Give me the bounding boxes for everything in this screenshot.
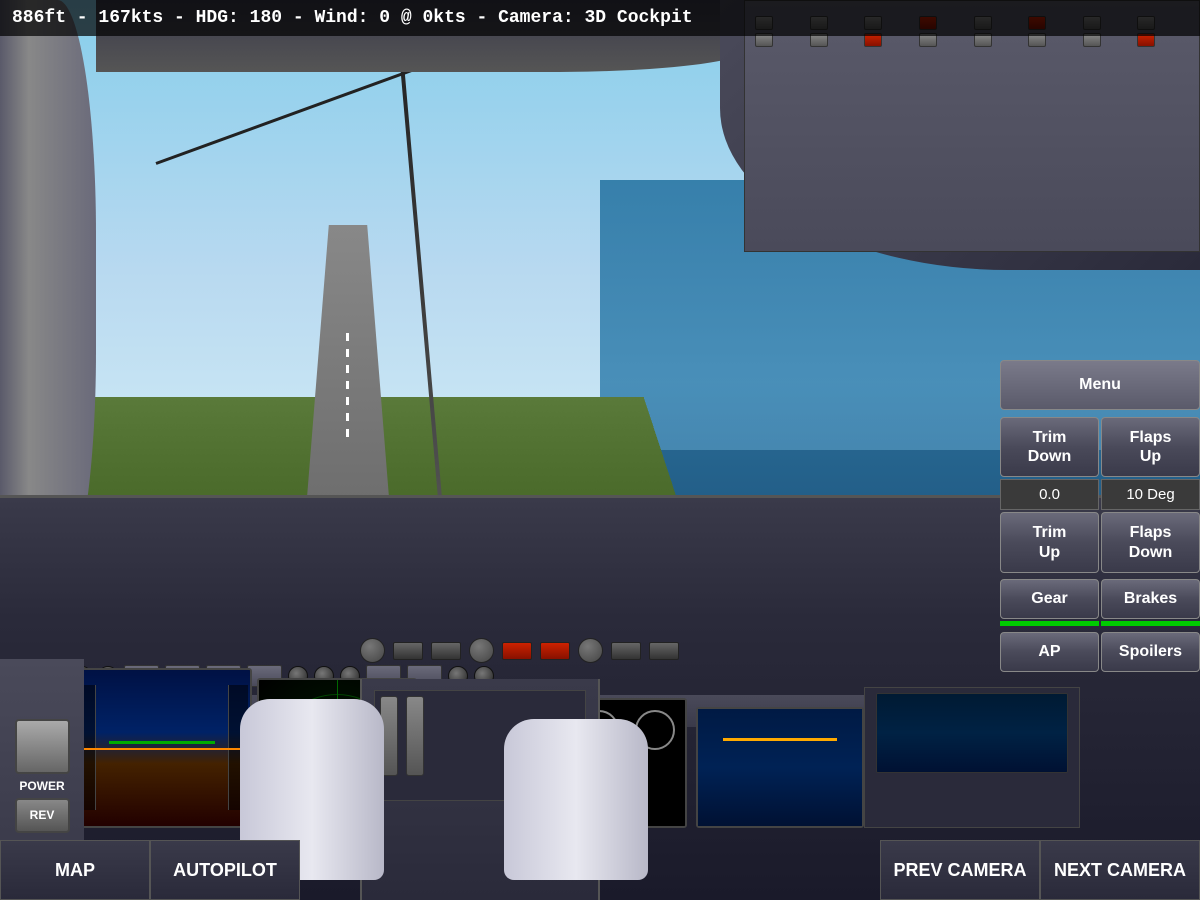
flaps-up-button[interactable]: Flaps Up bbox=[1101, 417, 1200, 477]
runway-markings bbox=[346, 333, 349, 441]
panel-button-small[interactable] bbox=[393, 642, 423, 660]
hsi-course-bar bbox=[723, 738, 838, 741]
gear-indicator bbox=[1000, 621, 1099, 626]
panel-button-red[interactable] bbox=[502, 642, 532, 660]
gear-label: Gear bbox=[1031, 590, 1067, 608]
flaps-value-display: 10 Deg bbox=[1101, 479, 1200, 510]
trim-value-display: 0.0 bbox=[1000, 479, 1099, 510]
nav-large-display bbox=[696, 707, 864, 828]
menu-button[interactable]: Menu bbox=[1000, 360, 1200, 410]
panel-knob[interactable] bbox=[578, 638, 603, 663]
ap-button[interactable]: AP bbox=[1000, 632, 1099, 672]
panel-knob[interactable] bbox=[360, 638, 385, 663]
gear-button[interactable]: Gear bbox=[1000, 579, 1099, 619]
spoilers-button[interactable]: Spoilers bbox=[1101, 632, 1200, 672]
next-camera-label: NEXT CAMERA bbox=[1054, 860, 1186, 881]
pfd-flight-director bbox=[109, 741, 215, 744]
hud-overlay: 886ft - 167kts - HDG: 180 - Wind: 0 @ 0k… bbox=[0, 0, 1200, 36]
menu-label: Menu bbox=[1079, 376, 1121, 394]
pfd-display bbox=[72, 668, 252, 828]
prev-camera-label: PREV CAMERA bbox=[893, 860, 1026, 881]
pfd-horizon bbox=[74, 748, 250, 750]
panel-button-small[interactable] bbox=[431, 642, 461, 660]
trim-flaps-row-1: Trim Down Flaps Up bbox=[1000, 417, 1200, 477]
trim-flaps-values-row: 0.0 10 Deg bbox=[1000, 479, 1200, 510]
rev-button[interactable]: REV bbox=[15, 798, 70, 833]
hud-status-text: 886ft - 167kts - HDG: 180 - Wind: 0 @ 0k… bbox=[12, 8, 693, 28]
brakes-indicator bbox=[1101, 621, 1200, 626]
rev-label: REV bbox=[30, 808, 55, 822]
autopilot-button[interactable]: AUTOPILOT bbox=[150, 840, 300, 900]
right-control-panel: Menu Trim Down Flaps Up 0.0 10 Deg Trim … bbox=[1000, 360, 1200, 672]
flaps-down-button[interactable]: Flaps Down bbox=[1101, 512, 1200, 572]
gear-button-container: Gear bbox=[1000, 579, 1099, 626]
power-button[interactable] bbox=[15, 719, 70, 774]
trim-down-button[interactable]: Trim Down bbox=[1000, 417, 1099, 477]
spoilers-label: Spoilers bbox=[1119, 643, 1182, 661]
map-button[interactable]: MAP bbox=[0, 840, 150, 900]
autopilot-label: AUTOPILOT bbox=[173, 860, 277, 881]
bottom-button-bar: MAP AUTOPILOT PREV CAMERA NEXT CAMERA bbox=[0, 840, 1200, 900]
throttle-lever-2[interactable] bbox=[406, 696, 424, 776]
trim-up-label: Trim Up bbox=[1033, 523, 1067, 561]
flaps-value: 10 Deg bbox=[1126, 486, 1174, 503]
panel-texture-row bbox=[360, 635, 840, 667]
ceiling-panel bbox=[744, 0, 1200, 252]
brakes-button[interactable]: Brakes bbox=[1101, 579, 1200, 619]
nav-large-inner bbox=[698, 709, 862, 826]
power-label: POWER bbox=[19, 779, 64, 793]
panel-button-red[interactable] bbox=[540, 642, 570, 660]
brakes-button-container: Brakes bbox=[1101, 579, 1200, 626]
trim-value: 0.0 bbox=[1039, 486, 1060, 503]
left-side-panel: POWER REV bbox=[0, 659, 84, 860]
trim-flaps-row-2: Trim Up Flaps Down bbox=[1000, 512, 1200, 572]
right-display-1 bbox=[876, 693, 1069, 773]
map-label: MAP bbox=[55, 860, 95, 881]
prev-camera-button[interactable]: PREV CAMERA bbox=[880, 840, 1040, 900]
trim-down-label: Trim Down bbox=[1028, 428, 1072, 466]
gear-brakes-row: Gear Brakes bbox=[1000, 579, 1200, 626]
brakes-label: Brakes bbox=[1124, 590, 1177, 608]
flaps-up-label: Flaps Up bbox=[1130, 428, 1172, 466]
trim-up-button[interactable]: Trim Up bbox=[1000, 512, 1099, 572]
panel-button-small[interactable] bbox=[649, 642, 679, 660]
panel-button-small[interactable] bbox=[611, 642, 641, 660]
bottom-spacer bbox=[300, 840, 880, 900]
flaps-down-label: Flaps Down bbox=[1129, 523, 1173, 561]
ap-spoilers-row: AP Spoilers bbox=[1000, 632, 1200, 672]
right-display-inner-1 bbox=[877, 694, 1068, 772]
right-instruments-panel bbox=[864, 687, 1080, 828]
next-camera-button[interactable]: NEXT CAMERA bbox=[1040, 840, 1200, 900]
pfd-inner bbox=[74, 670, 250, 826]
ap-label: AP bbox=[1038, 643, 1060, 661]
panel-knob[interactable] bbox=[469, 638, 494, 663]
